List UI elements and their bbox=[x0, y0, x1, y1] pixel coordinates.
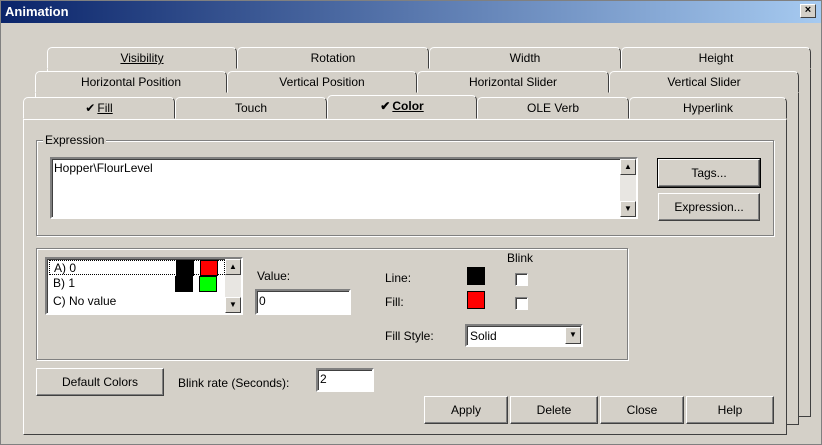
tab-ole-verb[interactable]: OLE Verb bbox=[477, 97, 629, 119]
fill-style-value: Solid bbox=[470, 329, 497, 343]
expression-textarea[interactable]: Hopper\FlourLevel ▲ ▼ bbox=[50, 157, 638, 219]
color-assignment-group: A) 0 B) 1 C) No value ▲ ▼ Value: 0 Blink… bbox=[36, 248, 628, 360]
list-item[interactable]: C) No value bbox=[49, 294, 225, 309]
fill-color-swatch bbox=[199, 276, 217, 292]
blink-header: Blink bbox=[507, 251, 534, 265]
tab-label: Rotation bbox=[310, 51, 356, 65]
tab-label: Visibility bbox=[120, 51, 164, 65]
tags-button[interactable]: Tags... bbox=[657, 158, 761, 188]
expression-button[interactable]: Expression... bbox=[658, 193, 760, 221]
scroll-up-icon[interactable]: ▲ bbox=[620, 159, 636, 175]
tab-label: Height bbox=[698, 51, 734, 65]
line-label: Line: bbox=[385, 271, 412, 285]
tab-label: Vertical Position bbox=[279, 75, 365, 89]
close-icon[interactable]: × bbox=[800, 4, 816, 18]
color-list-scrollbar[interactable]: ▲ ▼ bbox=[225, 259, 241, 313]
fill-blink-checkbox[interactable] bbox=[515, 297, 528, 310]
expression-group-label: Expression bbox=[43, 133, 107, 147]
tab-label: Touch bbox=[234, 101, 268, 115]
tab-height[interactable]: Height bbox=[621, 47, 811, 69]
fill-color-swatch bbox=[200, 260, 218, 276]
expression-scrollbar[interactable]: ▲ ▼ bbox=[620, 159, 636, 217]
value-input[interactable]: 0 bbox=[255, 289, 351, 315]
chevron-down-icon[interactable]: ▼ bbox=[565, 327, 581, 344]
delete-button[interactable]: Delete bbox=[510, 396, 598, 424]
close-button[interactable]: Close bbox=[600, 396, 684, 424]
tab-horizontal-slider[interactable]: Horizontal Slider bbox=[417, 71, 609, 93]
window-title: Animation bbox=[5, 4, 69, 19]
tab-label: Fill bbox=[97, 101, 113, 115]
value-text: 0 bbox=[259, 294, 266, 308]
tab-label: Color bbox=[392, 99, 424, 113]
blink-rate-value: 2 bbox=[320, 372, 327, 386]
blink-rate-label: Blink rate (Seconds): bbox=[178, 376, 290, 390]
animation-dialog: Animation × Visibility Rotation Width He… bbox=[0, 0, 822, 445]
expression-group: Expression Hopper\FlourLevel ▲ ▼ Tags...… bbox=[36, 133, 774, 236]
list-item[interactable]: A) 0 bbox=[49, 260, 225, 276]
fill-style-label: Fill Style: bbox=[385, 329, 434, 343]
title-bar[interactable]: Animation × bbox=[1, 1, 821, 23]
tab-width[interactable]: Width bbox=[429, 47, 621, 69]
line-color-button[interactable] bbox=[467, 267, 485, 285]
tab-label: Hyperlink bbox=[682, 101, 733, 115]
default-colors-button[interactable]: Default Colors bbox=[36, 368, 164, 396]
tab-label: Horizontal Slider bbox=[468, 75, 558, 89]
tab-label: OLE Verb bbox=[526, 101, 580, 115]
list-item-label: A) 0 bbox=[54, 261, 77, 275]
color-tab-panel: Expression Hopper\FlourLevel ▲ ▼ Tags...… bbox=[23, 119, 787, 435]
scroll-down-icon[interactable]: ▼ bbox=[225, 297, 241, 313]
tab-touch[interactable]: Touch bbox=[175, 97, 327, 119]
check-icon: ✔ bbox=[380, 99, 391, 113]
tab-vertical-position[interactable]: Vertical Position bbox=[227, 71, 417, 93]
tab-label: Width bbox=[509, 51, 541, 65]
apply-button[interactable]: Apply bbox=[424, 396, 508, 424]
line-color-swatch bbox=[176, 260, 194, 276]
blink-rate-input[interactable]: 2 bbox=[316, 368, 374, 392]
tab-hyperlink[interactable]: Hyperlink bbox=[629, 97, 787, 119]
tab-fill[interactable]: ✔ Fill bbox=[23, 97, 175, 119]
fill-style-select[interactable]: Solid ▼ bbox=[465, 324, 583, 347]
tab-rotation[interactable]: Rotation bbox=[237, 47, 429, 69]
line-color-swatch bbox=[175, 276, 193, 292]
tab-label: Vertical Slider bbox=[667, 75, 741, 89]
line-blink-checkbox[interactable] bbox=[515, 273, 528, 286]
fill-color-button[interactable] bbox=[467, 291, 485, 309]
color-list[interactable]: A) 0 B) 1 C) No value ▲ ▼ bbox=[45, 257, 243, 315]
tab-label: Horizontal Position bbox=[80, 75, 182, 89]
tab-color[interactable]: ✔ Color bbox=[327, 95, 477, 119]
tab-vertical-slider[interactable]: Vertical Slider bbox=[609, 71, 799, 93]
list-item[interactable]: B) 1 bbox=[49, 276, 225, 292]
fill-label: Fill: bbox=[385, 295, 404, 309]
list-item-label: B) 1 bbox=[53, 276, 76, 290]
tab-horizontal-position[interactable]: Horizontal Position bbox=[35, 71, 227, 93]
tab-visibility[interactable]: Visibility bbox=[47, 47, 237, 69]
value-label: Value: bbox=[257, 269, 291, 283]
scroll-down-icon[interactable]: ▼ bbox=[620, 201, 636, 217]
scroll-up-icon[interactable]: ▲ bbox=[225, 259, 241, 275]
help-button[interactable]: Help bbox=[686, 396, 774, 424]
expression-text: Hopper\FlourLevel bbox=[54, 161, 153, 175]
check-icon: ✔ bbox=[85, 101, 96, 115]
list-item-label: C) No value bbox=[53, 294, 117, 308]
